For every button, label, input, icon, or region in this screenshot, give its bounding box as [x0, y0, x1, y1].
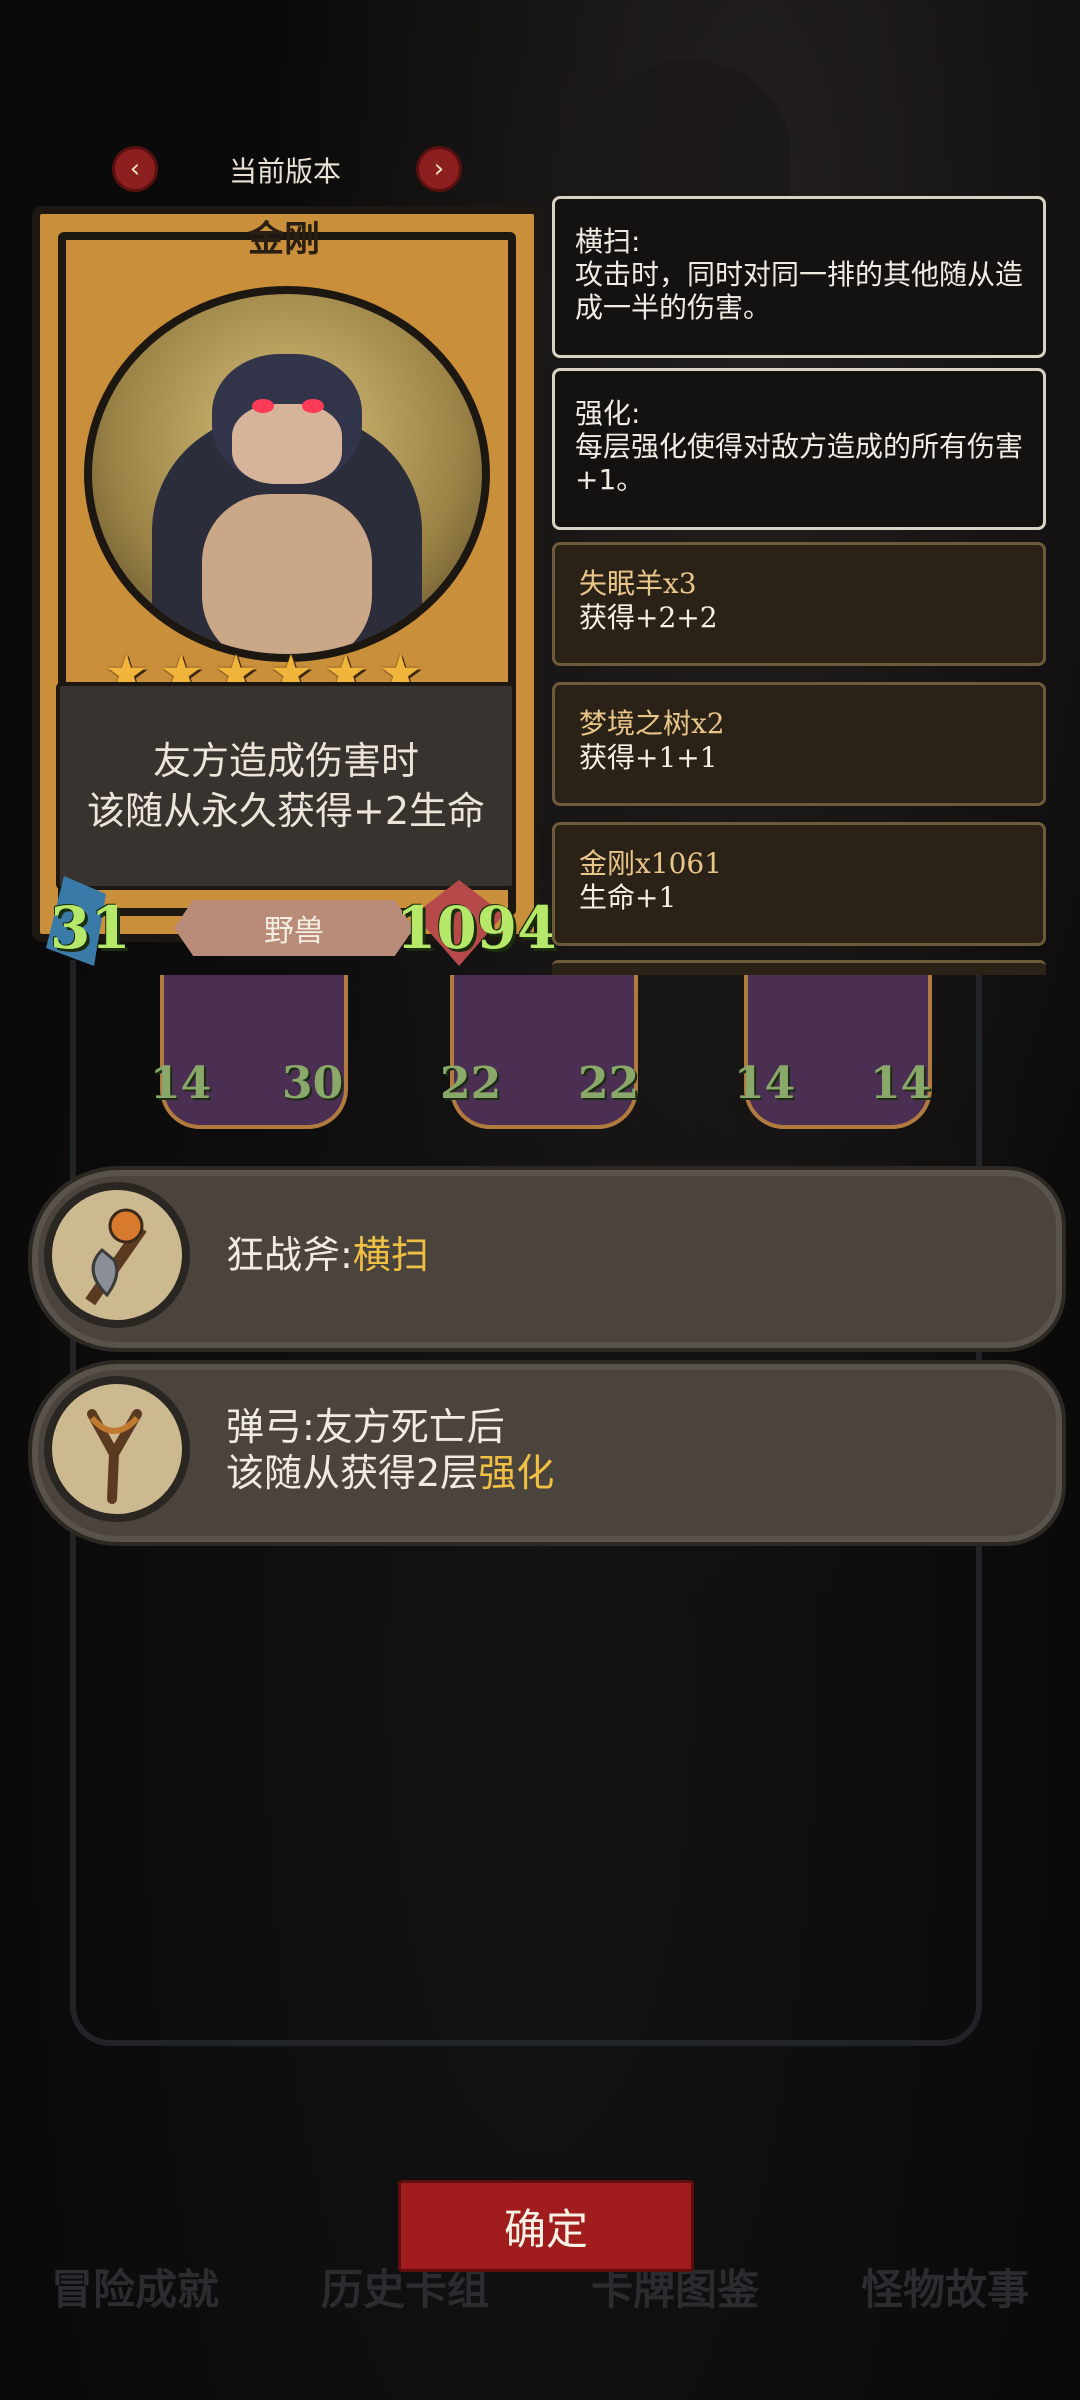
- keyword-panel-sweep: 横扫: 攻击时，同时对同一排的其他随从造成一半的伤害。: [552, 196, 1046, 358]
- board-minion-health: 22: [578, 1058, 640, 1109]
- confirm-button[interactable]: 确定: [398, 2180, 694, 2272]
- weapon-description: 狂战斧:横扫: [226, 1232, 429, 1278]
- buff-source: 失眠羊x3: [579, 567, 697, 600]
- health-value: 1094: [396, 894, 558, 962]
- keyword-panel-empower: 强化: 每层强化使得对敌方造成的所有伤害+1。: [552, 368, 1046, 530]
- buff-source: 金刚x1061: [579, 847, 723, 880]
- tribe-banner: 野兽: [174, 900, 414, 956]
- buff-list-scroll-hint[interactable]: [552, 960, 1046, 975]
- weapon-description: 弹弓:友方死亡后 该随从获得2层强化: [226, 1404, 554, 1496]
- board-minion-attack: 14: [150, 1058, 212, 1109]
- buff-effect: 获得+1+1: [579, 741, 718, 774]
- description-line: 该随从永久获得+2生命: [86, 789, 486, 833]
- tab-monster-stories[interactable]: 怪物故事: [810, 2260, 1080, 2320]
- weapon-bar-axe[interactable]: 狂战斧:横扫: [28, 1166, 1066, 1352]
- minion-card: 金刚 ★ ★ ★ ★ ★ ★ 友方造成伤害时 该随从永久获得+2生命 31 野兽…: [14, 196, 557, 976]
- slingshot-icon: [44, 1376, 190, 1522]
- description-line: 友方造成伤害时: [152, 739, 419, 783]
- tab-adventure-achievements[interactable]: 冒险成就: [0, 2260, 270, 2320]
- buff-effect: 生命+1: [579, 881, 677, 914]
- next-version-button[interactable]: ›: [416, 146, 462, 192]
- board-minion-attack: 22: [440, 1058, 502, 1109]
- buff-effect: 获得+2+2: [579, 601, 718, 634]
- version-label: 当前版本: [228, 155, 341, 188]
- board-minion-health: 14: [870, 1058, 932, 1109]
- card-name: 金刚: [247, 219, 320, 260]
- buff-source: 梦境之树x2: [579, 707, 725, 740]
- keyword-text: 攻击时，同时对同一排的其他随从造成一半的伤害。: [575, 258, 1024, 324]
- weapon-line-1: 弹弓:友方死亡后: [226, 1405, 505, 1449]
- weapon-line-2-text: 该随从获得2层: [226, 1451, 479, 1495]
- keyword-title: 强化:: [575, 397, 641, 430]
- weapon-keyword: 横扫: [352, 1233, 429, 1277]
- buff-item: 失眠羊x3 获得+2+2: [552, 542, 1046, 666]
- weapon-name: 狂战斧:: [226, 1233, 353, 1277]
- buff-item: 梦境之树x2 获得+1+1: [552, 682, 1046, 806]
- battle-axe-icon: [44, 1182, 190, 1328]
- keyword-text: 每层强化使得对敌方造成的所有伤害+1。: [575, 430, 1024, 496]
- card-description: 友方造成伤害时 该随从永久获得+2生命: [56, 682, 516, 890]
- gorilla-portrait-icon: [84, 286, 490, 662]
- buff-item: 金刚x1061 生命+1: [552, 822, 1046, 946]
- prev-version-button[interactable]: ‹: [112, 146, 158, 192]
- keyword-title: 横扫:: [575, 225, 641, 258]
- attack-value: 31: [50, 894, 131, 962]
- weapon-line-2: 该随从获得2层强化: [226, 1450, 554, 1496]
- weapon-keyword: 强化: [478, 1451, 555, 1495]
- board-minion-health: 30: [282, 1058, 344, 1109]
- board-minion-attack: 14: [734, 1058, 796, 1109]
- weapon-bar-slingshot[interactable]: 弹弓:友方死亡后 该随从获得2层强化: [28, 1360, 1066, 1546]
